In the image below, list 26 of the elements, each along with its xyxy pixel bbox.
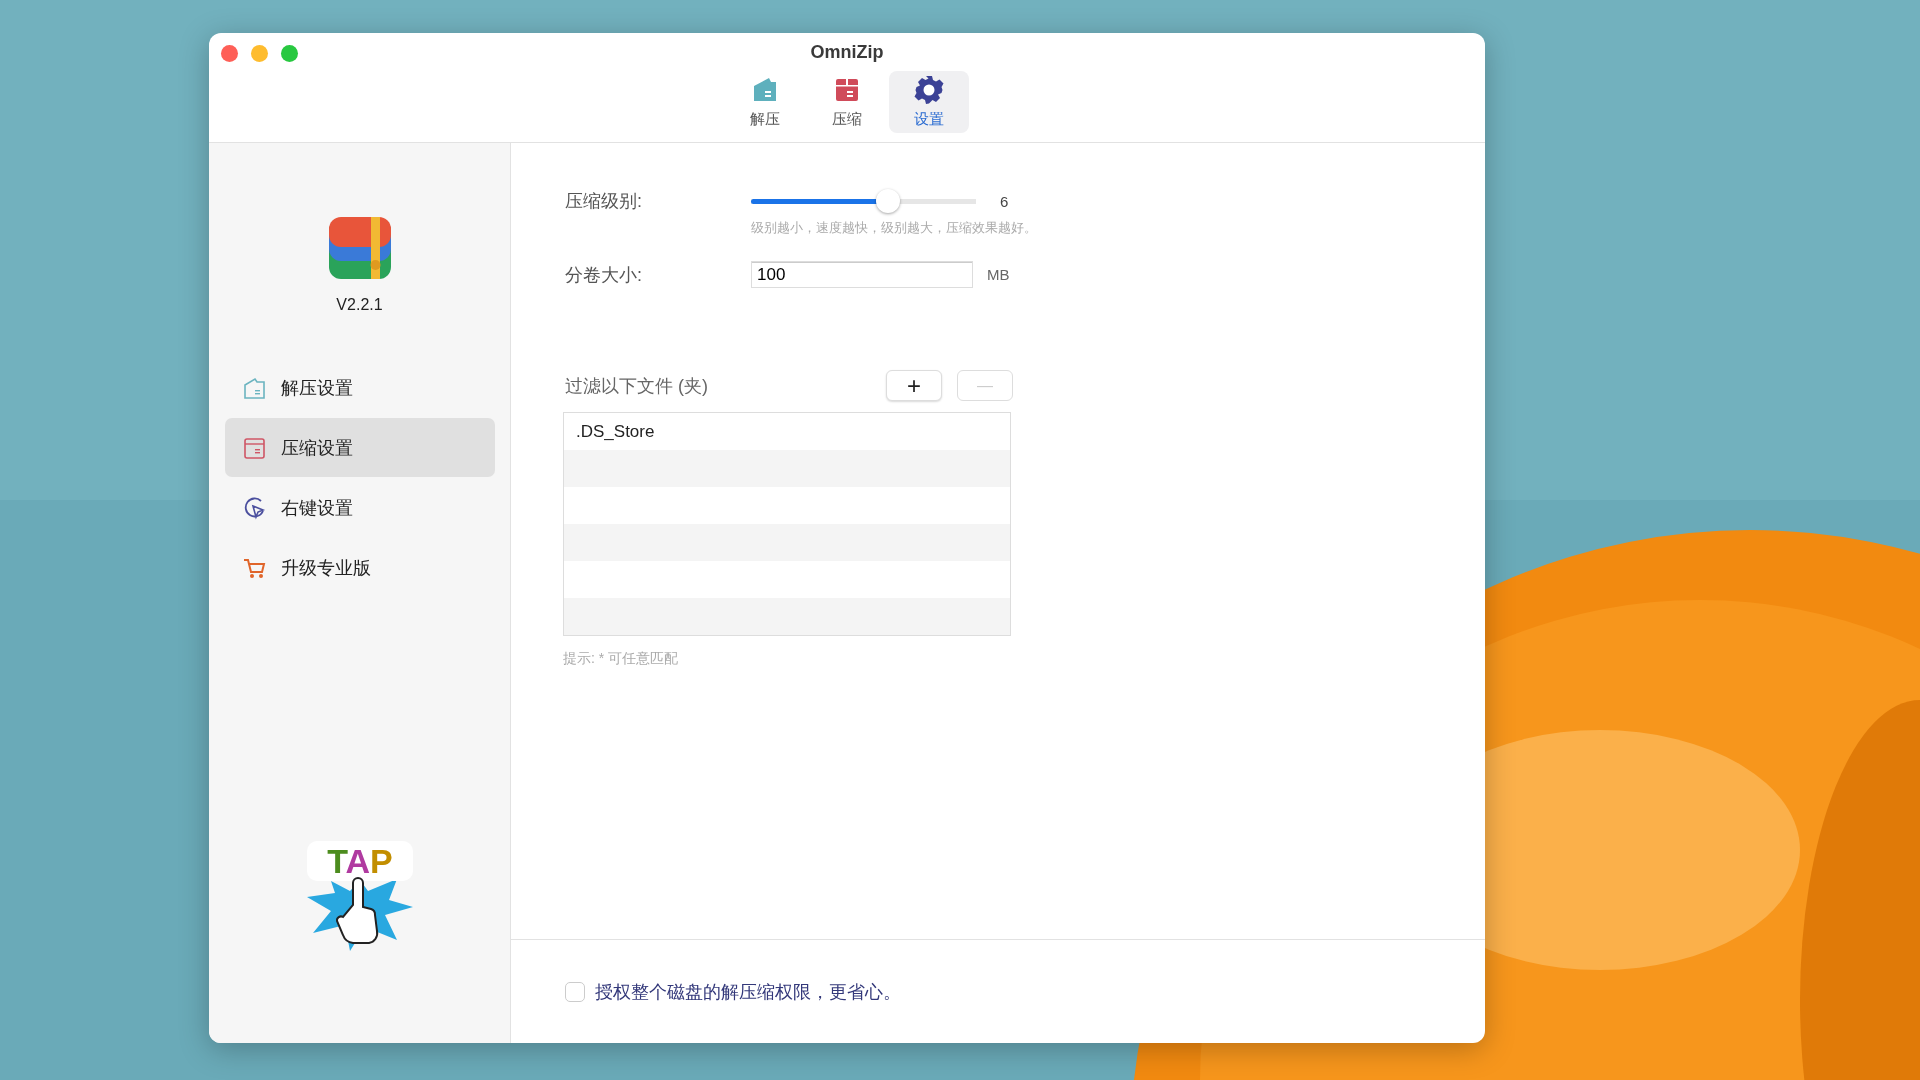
field-label: 分卷大小:: [565, 263, 643, 287]
unit-label: MB: [987, 266, 1010, 283]
add-button[interactable]: +: [886, 370, 942, 401]
level-value: 6: [1000, 192, 1009, 210]
zoom-button[interactable]: [281, 45, 298, 62]
sidebar-item[interactable]: 解压设置: [224, 358, 495, 417]
sidebar-item[interactable]: 升级专业版: [224, 538, 495, 597]
checkbox-label[interactable]: 授权整个磁盘的解压缩权限，更省心。: [595, 979, 901, 1004]
size-field[interactable]: 100: [751, 261, 973, 288]
checkbox[interactable]: [565, 981, 585, 1002]
sidebar-item[interactable]: 压缩设置: [224, 418, 495, 477]
toolbar-tab[interactable]: 设置: [889, 71, 969, 133]
hint-text: 级别越小，速度越快，级别越大，压缩效果越好。: [751, 219, 1037, 237]
toolbar-tab[interactable]: 压缩: [807, 71, 887, 133]
version-label: V2.2.1: [336, 296, 383, 314]
list-item[interactable]: .DS_Store: [564, 413, 1010, 450]
minimize-button[interactable]: [251, 45, 268, 62]
field-label: 压缩级别:: [565, 190, 643, 213]
settings-icon: [913, 74, 945, 106]
hint-text: 提示: * 可任意匹配: [563, 650, 680, 668]
section-label: 过滤以下文件 (夹): [565, 374, 709, 398]
close-button[interactable]: [221, 45, 238, 62]
toolbar-tab[interactable]: 解压: [725, 71, 805, 133]
window-title: OmniZip: [810, 42, 884, 63]
sidebar-item[interactable]: 右键设置: [224, 478, 495, 537]
slider-thumb[interactable]: [876, 189, 901, 213]
